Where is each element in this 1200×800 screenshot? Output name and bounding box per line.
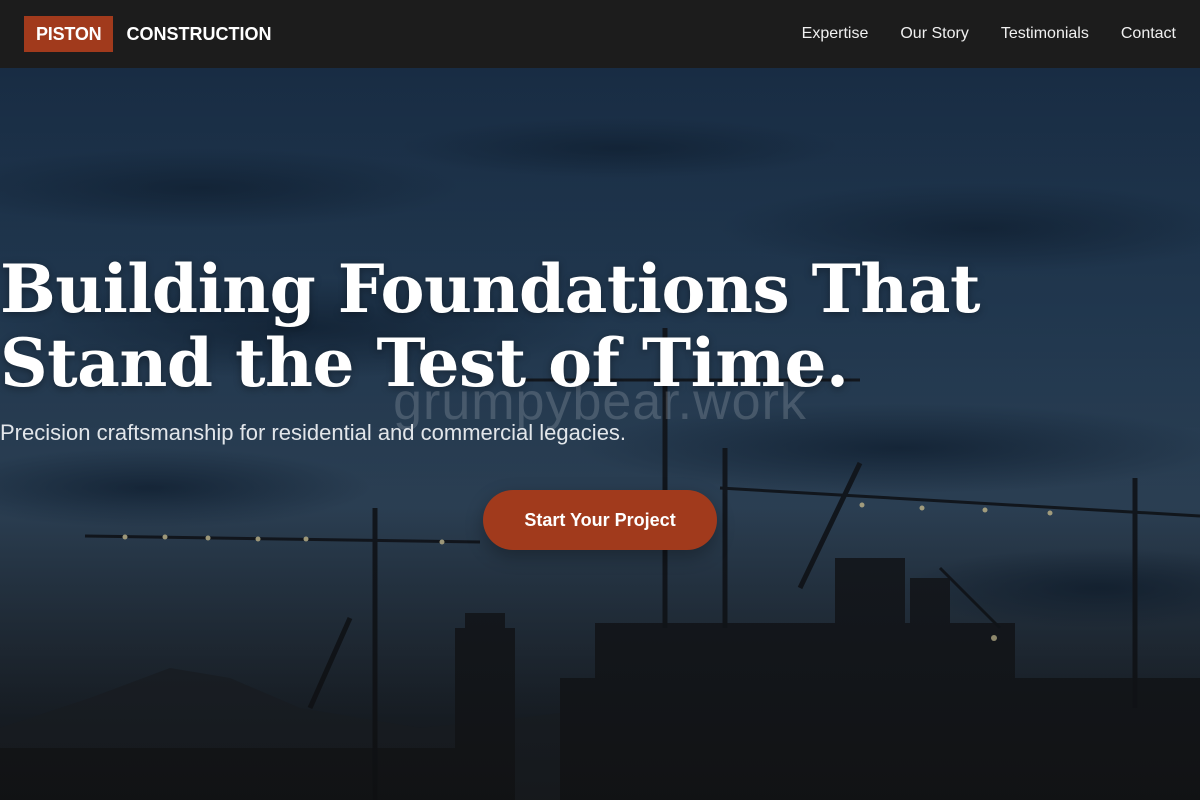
start-project-button[interactable]: Start Your Project	[483, 490, 717, 550]
navbar: PISTON CONSTRUCTION Expertise Our Story …	[0, 0, 1200, 68]
hero-title-line-1: Building Foundations That	[0, 250, 980, 328]
hero-section: grumpybear.work Building Foundations Tha…	[0, 68, 1200, 800]
logo[interactable]: PISTON CONSTRUCTION	[24, 16, 271, 52]
hero-subtitle: Precision craftsmanship for residential …	[0, 420, 627, 445]
nav-link-expertise[interactable]: Expertise	[802, 25, 869, 43]
nav-link-contact[interactable]: Contact	[1121, 25, 1176, 43]
logo-badge: PISTON	[24, 16, 114, 52]
nav-link-our-story[interactable]: Our Story	[900, 25, 968, 43]
hero-title-line-2: Stand the Test of Time.	[0, 324, 849, 402]
logo-wordmark: CONSTRUCTION	[126, 23, 272, 44]
nav-link-testimonials[interactable]: Testimonials	[1001, 25, 1089, 43]
page: PISTON CONSTRUCTION Expertise Our Story …	[0, 0, 1200, 800]
hero-title: Building Foundations That Stand the Test…	[0, 252, 1200, 400]
nav-links: Expertise Our Story Testimonials Contact	[802, 0, 1176, 68]
